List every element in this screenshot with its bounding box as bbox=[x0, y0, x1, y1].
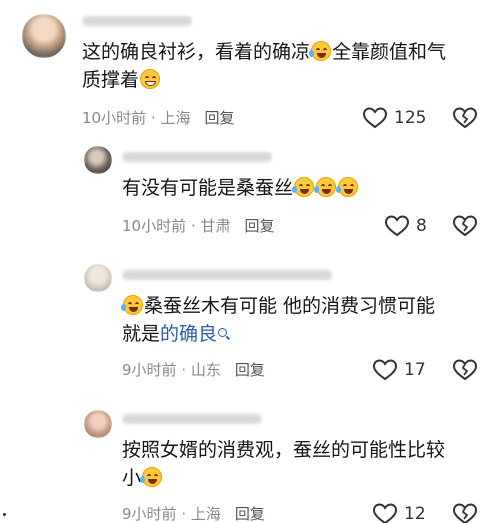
laugh-cry-emoji-icon bbox=[292, 177, 315, 197]
like-count: 8 bbox=[416, 216, 427, 236]
comment-text: 有没有可能是桑蚕丝 bbox=[122, 174, 482, 202]
heart-outline-icon bbox=[384, 215, 410, 237]
like-button[interactable]: 8 bbox=[384, 214, 427, 238]
laugh-cry-emoji-icon bbox=[309, 41, 332, 61]
laugh-cry-emoji-icon bbox=[121, 295, 143, 315]
comment-location: 甘肃 bbox=[200, 217, 231, 235]
mention-link[interactable]: 的确良 bbox=[160, 323, 228, 345]
laugh-cry-emoji-icon bbox=[140, 467, 163, 487]
heart-outline-icon bbox=[362, 107, 388, 129]
comment-item: 按照女婿的消费观，蚕丝的可能性比较 小 9小时前 · 上海 回复 12 bbox=[0, 400, 500, 523]
comment-meta: 10小时前 · 甘肃 回复 bbox=[122, 217, 275, 235]
avatar[interactable] bbox=[84, 146, 112, 174]
comment-meta: 9小时前 · 上海 回复 bbox=[122, 505, 265, 523]
reply-button[interactable]: 回复 bbox=[244, 217, 274, 235]
broken-heart-icon[interactable] bbox=[452, 214, 478, 238]
laugh-cry-emoji-icon bbox=[314, 177, 337, 197]
like-button[interactable]: 12 bbox=[372, 502, 426, 523]
heart-outline-icon bbox=[372, 503, 398, 523]
like-count: 12 bbox=[404, 504, 426, 523]
comment-item: 这的确良衬衫，看着的确凉 全靠颜值和气 质撑着 10小时前 · 上海 回复 125 bbox=[0, 0, 500, 140]
comment-item: 有没有可能是桑蚕丝 10小时前 · 甘肃 回复 8 bbox=[0, 140, 500, 260]
username-blurred[interactable] bbox=[122, 414, 262, 424]
avatar[interactable] bbox=[84, 410, 112, 438]
username-blurred[interactable] bbox=[82, 16, 192, 26]
reply-button[interactable]: 回复 bbox=[204, 109, 234, 127]
comment-location: 上海 bbox=[190, 505, 221, 523]
comment-text: 桑蚕丝木有可能 他的消费习惯可能 就是的确良 bbox=[121, 295, 436, 345]
comment-time: 9小时前 bbox=[122, 505, 177, 523]
avatar[interactable] bbox=[22, 14, 66, 58]
broken-heart-icon[interactable] bbox=[452, 502, 478, 523]
reply-button[interactable]: 回复 bbox=[235, 505, 265, 523]
comment-text: 按照女婿的消费观，蚕丝的可能性比较 小 bbox=[122, 439, 446, 489]
laugh-cry-emoji-icon bbox=[336, 177, 359, 197]
comment-meta: 9小时前 · 山东 回复 bbox=[122, 361, 265, 379]
comment-item: 桑蚕丝木有可能 他的消费习惯可能 就是的确良 9小时前 · 山东 回复 17 bbox=[0, 260, 500, 405]
comment-time: 10小时前 bbox=[122, 217, 187, 235]
broken-heart-icon[interactable] bbox=[452, 106, 478, 130]
username-blurred[interactable] bbox=[122, 270, 332, 280]
comment-text: 这的确良衬衫，看着的确凉 全靠颜值和气 质撑着 bbox=[82, 41, 447, 91]
like-button[interactable]: 125 bbox=[362, 106, 426, 130]
reply-button[interactable]: 回复 bbox=[235, 361, 265, 379]
like-count: 17 bbox=[404, 360, 426, 380]
like-count: 125 bbox=[394, 108, 427, 128]
heart-outline-icon bbox=[372, 359, 398, 381]
search-icon bbox=[218, 328, 228, 337]
comment-location: 上海 bbox=[160, 109, 191, 127]
like-button[interactable]: 17 bbox=[372, 358, 426, 382]
comment-time: 9小时前 bbox=[122, 361, 177, 379]
bullet-dot bbox=[3, 513, 6, 516]
username-blurred[interactable] bbox=[122, 152, 272, 162]
grin-emoji-icon bbox=[140, 69, 161, 89]
comment-meta: 10小时前 · 上海 回复 bbox=[82, 109, 235, 127]
comment-location: 山东 bbox=[190, 361, 221, 379]
comment-time: 10小时前 bbox=[82, 109, 147, 127]
broken-heart-icon[interactable] bbox=[452, 358, 478, 382]
avatar[interactable] bbox=[84, 264, 112, 292]
